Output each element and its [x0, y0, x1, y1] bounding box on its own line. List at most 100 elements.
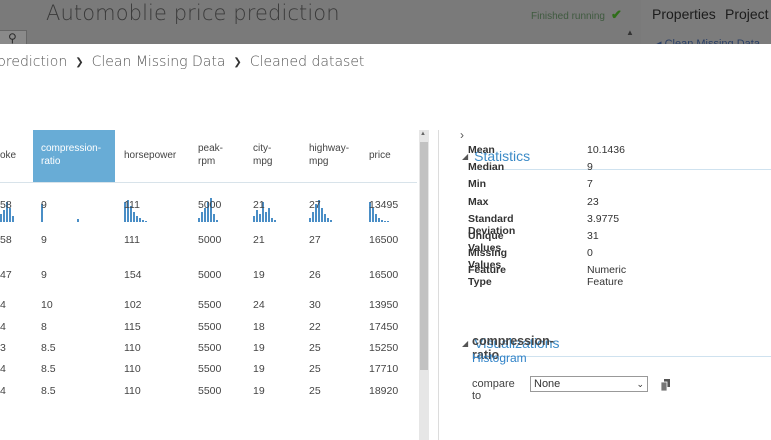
column-header-horsepower[interactable]: horsepower [116, 130, 190, 182]
table-cell: 3 [0, 342, 6, 354]
histogram-bar [256, 210, 258, 222]
histogram-bar [271, 218, 273, 222]
table-cell: 21 [253, 199, 265, 211]
stat-value: 10.1436 [587, 144, 625, 156]
table-cell: 8.5 [41, 363, 56, 375]
histogram-bar [77, 219, 79, 222]
table-cell: 5500 [198, 321, 222, 333]
table-cell: 16500 [369, 234, 399, 246]
table-cell: 5500 [198, 363, 222, 375]
stat-value: 9 [587, 161, 593, 174]
histogram-bar [0, 214, 2, 222]
histogram-bar [253, 216, 255, 222]
column-header-highway-mpg[interactable]: highway-mpg [301, 130, 361, 182]
compare-to-value: None [534, 378, 561, 390]
table-cell: 58 [0, 199, 12, 211]
column-header-city-mpg[interactable]: city-mpg [245, 130, 301, 182]
histogram-bar [321, 208, 323, 222]
histogram-bar [136, 216, 138, 222]
column-header-oke[interactable]: oke [0, 130, 32, 182]
table-cell: 25 [309, 385, 321, 397]
histogram-bar [3, 210, 5, 222]
dataset-visualization-dialog: prediction ❯ Clean Missing Data ❯ Cleaned da… [0, 44, 771, 440]
column-header-label: price [369, 150, 391, 161]
copy-icon[interactable] [661, 379, 671, 391]
column-header-price[interactable]: price [361, 130, 417, 182]
histogram-bar [375, 214, 377, 222]
table-cell: 8.5 [41, 385, 56, 397]
column-header-label: peak-rpm [198, 143, 224, 167]
column-header-compression-ratio[interactable]: compression-ratio [33, 130, 115, 182]
compare-to-label: compare to [472, 378, 515, 402]
histogram-bar [145, 221, 147, 222]
table-cell: 8 [41, 321, 47, 333]
scroll-thumb[interactable] [420, 142, 428, 370]
stat-label: Median [468, 161, 505, 174]
table-cell: 26 [309, 269, 321, 281]
tab-properties[interactable]: Properties [652, 6, 716, 22]
table-cell: 16500 [369, 269, 399, 281]
compare-to-select[interactable]: None ⌄ [530, 376, 648, 392]
table-cell: 18920 [369, 385, 399, 397]
histogram-bar [274, 220, 276, 222]
table-cell: 25 [309, 363, 321, 375]
breadcrumb-item-experiment[interactable]: prediction [0, 54, 67, 70]
table-cell: 111 [124, 199, 140, 211]
table-cell: 15250 [369, 342, 399, 354]
histogram-bar [201, 212, 203, 222]
table-cell: 58 [0, 234, 12, 246]
stat-value: 7 [587, 178, 593, 191]
histogram-bar [12, 216, 14, 222]
table-cell: 5000 [198, 234, 222, 246]
statistics-rule [474, 169, 771, 170]
table-cell: 22 [309, 321, 321, 333]
stat-value: 31 [587, 230, 599, 242]
panel-divider [438, 130, 439, 440]
histogram-bar [381, 220, 383, 222]
search-icon: ⚲ [8, 31, 17, 45]
histogram-bar [259, 214, 261, 222]
chevron-right-icon: ❯ [233, 57, 242, 68]
table-cell: 9 [41, 199, 47, 211]
histogram-bar [312, 212, 314, 222]
table-cell: 5000 [198, 199, 222, 211]
table-cell: 154 [124, 269, 142, 281]
table-cell: 4 [0, 363, 6, 375]
column-header-label: city-mpg [253, 143, 273, 167]
table-cell: 4 [0, 299, 6, 311]
table-cell: 19 [253, 363, 265, 375]
column-header-peak-rpm[interactable]: peak-rpm [190, 130, 245, 182]
project-title: Automoblie price prediction [46, 1, 340, 25]
histogram-bar [213, 214, 215, 222]
tab-project[interactable]: Project [725, 6, 769, 22]
stat-value: 0 [587, 247, 593, 260]
table-cell: 47 [0, 269, 12, 281]
table-cell: 4 [0, 321, 6, 333]
table-cell: 5500 [198, 299, 222, 311]
table-cell: 111 [124, 234, 140, 246]
table-cell: 27 [309, 199, 321, 211]
chevron-down-icon: ⌄ [636, 379, 644, 389]
table-cell: 19 [253, 385, 265, 397]
table-cell: 110 [124, 342, 141, 354]
stat-value: 23 [587, 195, 599, 208]
stat-value: Numeric Feature [587, 264, 627, 289]
table-cell: 27 [309, 234, 321, 246]
table-scrollbar[interactable]: ▲ [419, 130, 429, 440]
collapse-caret-icon[interactable]: ▲ [626, 28, 634, 37]
column-histogram[interactable] [41, 198, 113, 222]
scroll-up-icon[interactable]: ▲ [420, 131, 426, 137]
stat-label: Feature Type [468, 264, 506, 289]
run-status-text: Finished running [531, 11, 605, 22]
table-cell: 18 [253, 321, 265, 333]
expand-chevron-icon[interactable]: › [460, 128, 464, 142]
breadcrumb: prediction ❯ Clean Missing Data ❯ Cleaned da… [0, 54, 364, 70]
breadcrumb-item-dataset: Cleaned dataset [249, 54, 365, 70]
breadcrumb-item-module[interactable]: Clean Missing Data [92, 54, 226, 70]
table-cell: 21 [253, 234, 265, 246]
header-divider [0, 182, 417, 183]
histogram-link[interactable]: Histogram [472, 351, 527, 365]
table-cell: 13495 [369, 199, 399, 211]
stat-label: Mean [468, 144, 495, 156]
chevron-right-icon: ❯ [75, 57, 84, 68]
